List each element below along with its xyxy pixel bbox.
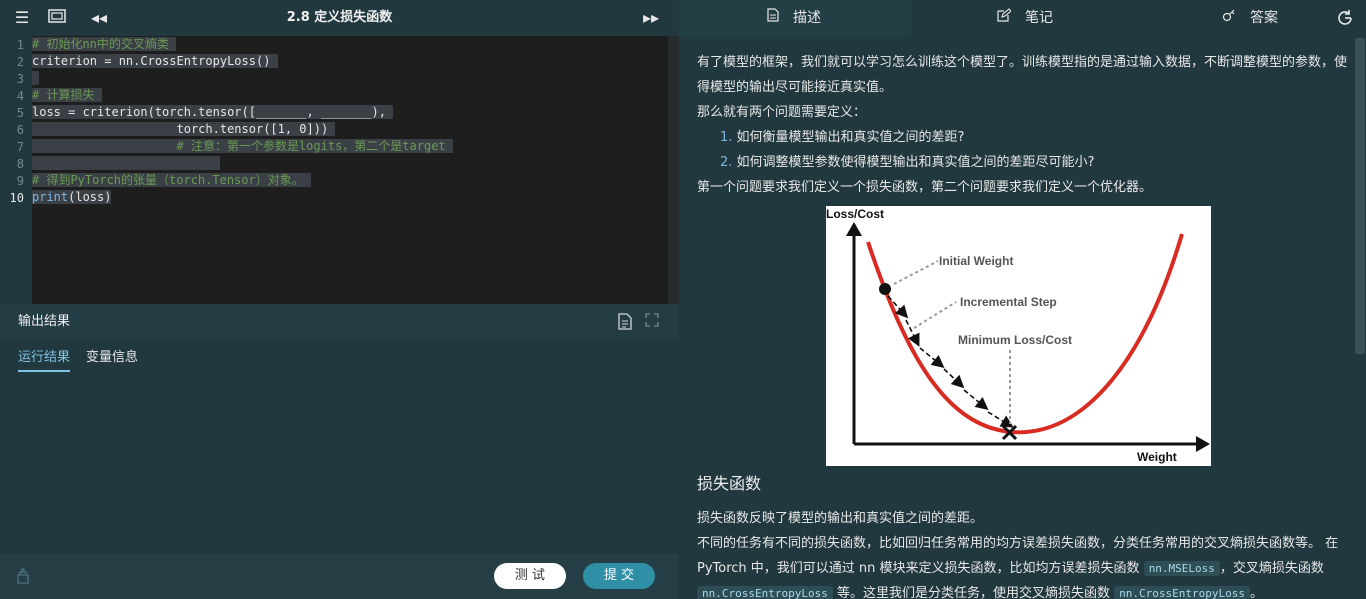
gradient-descent-figure: Loss/Cost Weight Initial Weight Incremen… [826,206,1211,466]
paragraph: 损失函数反映了模型的输出和真实值之间的差距。 [697,511,984,526]
y-axis-label: Loss/Cost [826,207,884,221]
line-number: 2 [16,55,24,69]
inline-code: nn.MSELoss [1143,561,1220,576]
submit-button[interactable]: 提 交 [583,563,655,589]
loss-curve-diagram: Loss/Cost Weight Initial Weight Incremen… [826,207,1210,464]
code-comment: # 初始化nn中的交叉熵类 [32,37,169,51]
line-number: 3 [16,72,24,86]
code-builtin: print [32,190,69,204]
code-comment: # 注意：第一个参数是logits，第二个是target [32,139,446,153]
output-panel: 输出结果 运行结果 变量信息 [0,304,679,554]
list-number: 1. [720,130,733,145]
paragraph: 不同的任务有不同的损失函数，比如回归任务常用的均方误差损失函数，分类任务常用的交… [697,536,1339,551]
code-area[interactable]: # 初始化nn中的交叉熵类 criterion = nn.CrossEntrop… [32,36,668,304]
editor-scrollbar[interactable] [668,36,679,304]
editor-toolbar: ☰ 2.8 定义损失函数 ◂◂ ▸▸ [0,0,679,36]
inline-code: nn.CrossEntropyLoss [1114,586,1250,599]
tab-notes[interactable]: 笔记 [997,0,1053,37]
editor-pane: ☰ 2.8 定义损失函数 ◂◂ ▸▸ 1 2 3 4 5 6 7 8 9 10 … [0,0,679,599]
code-comment: # 计算损失 [32,88,95,102]
paragraph: 得模型的输出尽可能接近真实值。 [697,80,893,95]
paragraph: 第一个问题要求我们定义一个损失函数，第二个问题要求我们定义一个优化器。 [697,180,1153,195]
x-axis-label: Weight [1137,450,1177,464]
annotation-initial-weight: Initial Weight [939,254,1013,268]
line-number: 7 [16,140,24,154]
code-line: loss = criterion(torch.tensor([_______, … [32,105,387,119]
previous-lesson-icon[interactable]: ◂◂ [89,8,109,28]
tab-label: 答案 [1250,10,1278,26]
list-text: 如何调整模型参数使得模型输出和真实值之间的差距尽可能小? [736,155,1095,170]
output-title: 输出结果 [18,314,71,329]
line-number: 1 [16,38,24,52]
annotation-minimum: Minimum Loss/Cost [958,333,1072,347]
line-number: 8 [16,157,24,171]
paragraph: 有了模型的框架，我们就可以学习怎么训练这个模型了。训练模型指的是通过输入数据，不… [697,55,1348,70]
code-line: torch.tensor([1, 0])) [32,122,329,136]
document-icon [767,0,779,37]
test-button[interactable]: 测 试 [494,563,566,589]
refresh-icon[interactable] [1335,9,1355,29]
code-comment: # 得到PyTorch的张量（torch.Tensor）对象。 [32,173,304,187]
description-pane: 描述 笔记 答案 有了模型的框架，我们就可以学习怎么训练这个模型了。训练模型指的… [679,0,1366,599]
action-bar [0,554,679,599]
settings-icon[interactable] [14,567,32,585]
tab-answer[interactable]: 答案 [1222,0,1278,37]
code-line: (loss) [68,190,112,204]
tab-variable-info[interactable]: 变量信息 [86,348,138,368]
tab-label: 笔记 [1025,10,1053,26]
expand-icon[interactable] [643,313,661,331]
edit-icon [997,0,1012,37]
lesson-content: 有了模型的框架，我们就可以学习怎么训练这个模型了。训练模型指的是通过输入数据，不… [679,37,1353,599]
document-icon[interactable] [616,313,634,331]
right-tabs: 描述 笔记 答案 [679,0,1366,37]
content-scrollbar-thumb[interactable] [1355,38,1365,354]
paragraph: PyTorch 中，我们可以通过 nn 模块来定义损失函数，比如均方误差损失函数… [697,556,1324,581]
paragraph: 那么就有两个问题需要定义： [697,105,867,120]
text-span: ，交叉熵损失函数 [1219,561,1324,576]
line-number: 6 [16,123,24,137]
line-number-gutter: 1 2 3 4 5 6 7 8 9 10 [0,36,32,304]
code-line: criterion = nn.CrossEntropyLoss() [32,54,271,68]
text-span: 。 [1249,586,1263,599]
line-number: 10 [9,191,24,205]
tab-label: 描述 [793,10,821,26]
line-number: 4 [16,89,24,103]
tab-run-result[interactable]: 运行结果 [18,348,71,372]
text-span: 等。这里我们是分类任务，使用交叉熵损失函数 [832,586,1115,599]
line-number: 5 [16,106,24,120]
initial-point [879,283,891,295]
paragraph: nn.CrossEntropyLoss 等。这里我们是分类任务，使用交叉熵损失函… [697,581,1263,599]
line-number: 9 [16,174,24,188]
next-lesson-icon[interactable]: ▸▸ [641,8,661,28]
annotation-incremental-step: Incremental Step [960,295,1057,309]
key-icon [1222,0,1236,37]
code-editor[interactable]: 1 2 3 4 5 6 7 8 9 10 # 初始化nn中的交叉熵类 crite… [0,36,679,304]
list-item: 1. 如何衡量模型输出和真实值之间的差距? [720,125,964,150]
output-header: 输出结果 [0,304,679,340]
text-span: PyTorch 中，我们可以通过 nn 模块来定义损失函数，比如均方误差损失函数 [697,561,1144,576]
inline-code: nn.CrossEntropyLoss [697,586,833,599]
list-item: 2. 如何调整模型参数使得模型输出和真实值之间的差距尽可能小? [720,150,1094,175]
list-text: 如何衡量模型输出和真实值之间的差距? [736,130,965,145]
section-heading: 损失函数 [697,474,762,493]
tab-description[interactable]: 描述 [679,0,911,37]
list-number: 2. [720,155,733,170]
